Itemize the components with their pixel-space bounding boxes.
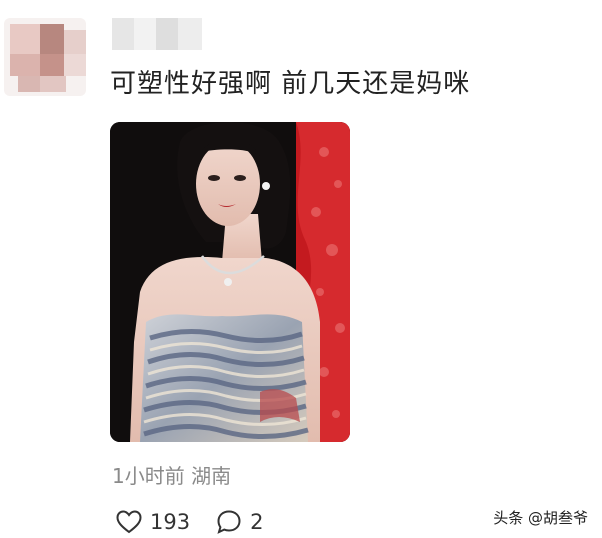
comment-meta: 1小时前 湖南: [112, 464, 232, 488]
username-blurred[interactable]: [112, 18, 202, 50]
watermark: 头条 @胡叁爷: [493, 509, 588, 527]
comment-actions: 193 2: [116, 506, 289, 538]
reply-button[interactable]: 2: [216, 509, 263, 535]
like-count: 193: [150, 510, 191, 534]
avatar[interactable]: [4, 18, 86, 96]
reply-count: 2: [250, 510, 264, 534]
heart-icon: [116, 510, 142, 534]
like-button[interactable]: 193: [116, 510, 190, 534]
photo-illustration: [110, 122, 350, 442]
comment-image[interactable]: [110, 122, 350, 442]
comment-bubble-icon: [217, 510, 241, 534]
comment-text: 可塑性好强啊 前几天还是妈咪: [110, 69, 471, 99]
